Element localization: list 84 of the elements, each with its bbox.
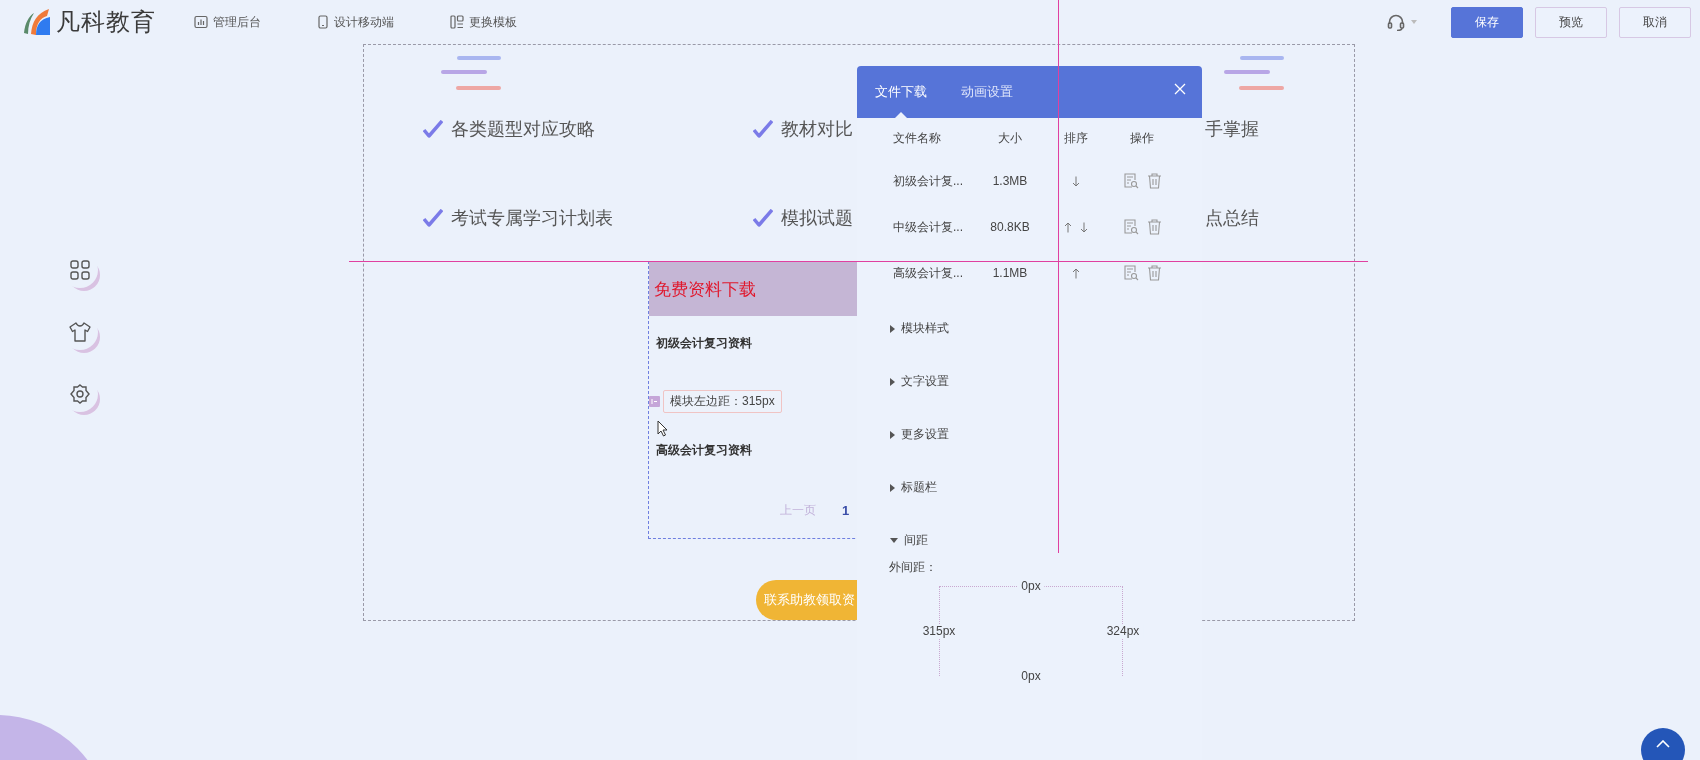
document-search-icon: [1122, 219, 1139, 235]
phone-icon: [317, 15, 329, 29]
document-search-icon: [1122, 173, 1139, 189]
file-title[interactable]: 高级会计复习资料: [656, 442, 752, 459]
down-arrow-icon: [1080, 221, 1088, 233]
margin-handle-icon: [649, 396, 660, 407]
layout-icon: [450, 15, 464, 29]
feature-text: 手掌握: [1205, 118, 1259, 141]
close-icon: [1174, 83, 1186, 95]
nav-item[interactable]: 更换模板: [450, 13, 517, 31]
nav-item[interactable]: 设计移动端: [317, 13, 394, 31]
check-icon: [753, 209, 773, 227]
file-size: 1.3MB: [992, 174, 1028, 188]
nav-item[interactable]: 管理后台: [194, 13, 261, 31]
decorative-lines: [1224, 55, 1284, 93]
support-menu[interactable]: [1387, 13, 1417, 31]
move-up-button[interactable]: [1064, 221, 1072, 233]
caret-icon: [1411, 20, 1417, 24]
panel-tab[interactable]: 文件下载: [875, 83, 927, 101]
close-button[interactable]: [1174, 83, 1186, 95]
section-toggle[interactable]: 更多设置: [857, 408, 1202, 461]
delete-button[interactable]: [1146, 219, 1162, 235]
caret-right-icon: [890, 483, 895, 492]
feature-text: 各类题型对应攻略: [451, 118, 595, 141]
action-button[interactable]: 取消: [1619, 6, 1691, 38]
section-toggle[interactable]: 文字设置: [857, 355, 1202, 408]
chevron-up-icon: [1656, 740, 1670, 748]
trash-icon: [1146, 265, 1162, 281]
up-arrow-icon: [1072, 267, 1080, 279]
file-size: 80.8KB: [990, 220, 1030, 234]
preview-button[interactable]: [1122, 265, 1139, 281]
column-header: 排序: [1064, 129, 1088, 147]
column-header: 操作: [1130, 129, 1154, 147]
file-name: 高级会计复...: [893, 264, 963, 282]
cursor-icon: [657, 420, 668, 437]
section-toggle[interactable]: 模块样式: [857, 302, 1202, 355]
back-to-top-button[interactable]: [1641, 728, 1685, 760]
feature-text: 点总结: [1205, 207, 1259, 230]
caret-right-icon: [890, 430, 895, 439]
caret-right-icon: [890, 377, 895, 386]
bar-chart-icon: [194, 15, 208, 29]
move-up-button[interactable]: [1072, 267, 1080, 279]
preview-button[interactable]: [1122, 219, 1139, 235]
feature-text: 考试专属学习计划表: [451, 207, 613, 230]
column-header: 文件名称: [893, 129, 941, 147]
decorative-lines: [441, 55, 501, 93]
action-button[interactable]: 预览: [1535, 6, 1607, 38]
trash-icon: [1146, 219, 1162, 235]
page-number[interactable]: 1: [842, 503, 850, 518]
move-down-button[interactable]: [1080, 221, 1088, 233]
shirt-icon: [69, 322, 91, 342]
grid-icon: [70, 260, 90, 280]
delete-button[interactable]: [1146, 265, 1162, 281]
margin-label: 外间距：: [888, 559, 938, 576]
file-name: 初级会计复...: [893, 172, 963, 190]
preview-button[interactable]: [1122, 173, 1139, 189]
file-name: 中级会计复...: [893, 218, 963, 236]
caret-down-icon: [890, 538, 898, 543]
section-toggle[interactable]: 标题栏: [857, 461, 1202, 514]
down-arrow-icon: [1072, 175, 1080, 187]
feature-text: 模拟试题: [781, 207, 853, 230]
panel-tab[interactable]: 动画设置: [961, 83, 1013, 101]
logo-icon: [22, 7, 52, 37]
up-arrow-icon: [1064, 221, 1072, 233]
file-title[interactable]: 初级会计复习资料: [656, 335, 752, 352]
check-icon: [423, 120, 443, 138]
module-title: 免费资料下载: [654, 278, 756, 301]
feature-text: 教材对比: [781, 118, 853, 141]
caret-right-icon: [890, 324, 895, 333]
logo-text: 凡科教育: [56, 7, 156, 37]
column-header: 大小: [998, 129, 1022, 147]
headset-icon: [1387, 13, 1405, 31]
tab-pointer: [895, 112, 907, 118]
settings-icon: [70, 384, 90, 404]
margin-tooltip: 模块左边距：315px: [663, 390, 782, 413]
move-down-button[interactable]: [1072, 175, 1080, 187]
file-size: 1.1MB: [992, 266, 1028, 280]
delete-button[interactable]: [1146, 173, 1162, 189]
trash-icon: [1146, 173, 1162, 189]
check-icon: [753, 120, 773, 138]
document-search-icon: [1122, 265, 1139, 281]
action-button[interactable]: 保存: [1451, 6, 1523, 38]
margin-value[interactable]: 0px: [1017, 579, 1045, 593]
check-icon: [423, 209, 443, 227]
